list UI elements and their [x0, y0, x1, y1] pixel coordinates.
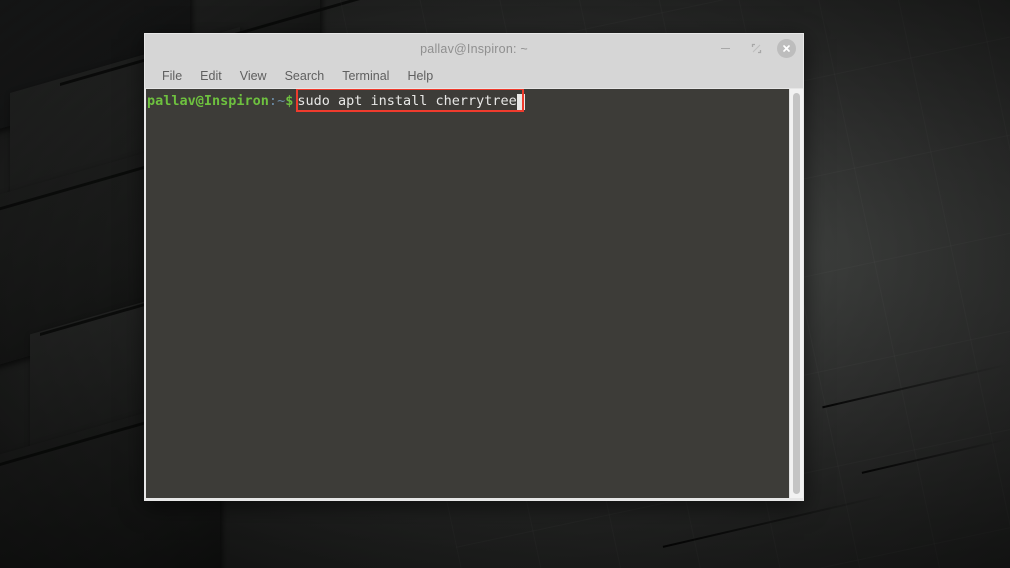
command-input[interactable]: sudo apt install cherrytree	[295, 92, 526, 111]
prompt-separator: :	[268, 93, 278, 109]
prompt-symbol: $	[285, 93, 294, 109]
prompt-path: ~	[277, 93, 286, 109]
terminal-window[interactable]: pallav@Inspiron: ~ File Edit View Search…	[144, 33, 804, 501]
command-text: sudo apt install cherrytree	[297, 93, 517, 109]
menubar: File Edit View Search Terminal Help	[145, 63, 803, 88]
window-controls	[715, 34, 796, 63]
menu-item-file[interactable]: File	[154, 66, 190, 86]
terminal-prompt-line: pallav@Inspiron: ~ $ sudo apt install cher…	[147, 89, 789, 112]
menu-item-terminal[interactable]: Terminal	[334, 66, 397, 86]
scrollbar-thumb[interactable]	[793, 93, 800, 494]
maximize-icon[interactable]	[746, 39, 766, 59]
menu-item-edit[interactable]: Edit	[192, 66, 230, 86]
menu-item-help[interactable]: Help	[399, 66, 441, 86]
window-titlebar[interactable]: pallav@Inspiron: ~	[145, 34, 803, 63]
close-icon[interactable]	[777, 39, 796, 58]
minimize-icon[interactable]	[715, 39, 735, 59]
prompt-user-host: pallav@Inspiron	[147, 93, 269, 109]
menu-item-search[interactable]: Search	[277, 66, 333, 86]
terminal-area: pallav@Inspiron: ~ $ sudo apt install cher…	[145, 88, 803, 500]
window-title: pallav@Inspiron: ~	[420, 41, 528, 56]
vertical-scrollbar[interactable]	[789, 89, 803, 498]
menu-item-view[interactable]: View	[232, 66, 275, 86]
terminal-output[interactable]: pallav@Inspiron: ~ $ sudo apt install cher…	[146, 89, 789, 498]
text-cursor	[516, 93, 525, 110]
